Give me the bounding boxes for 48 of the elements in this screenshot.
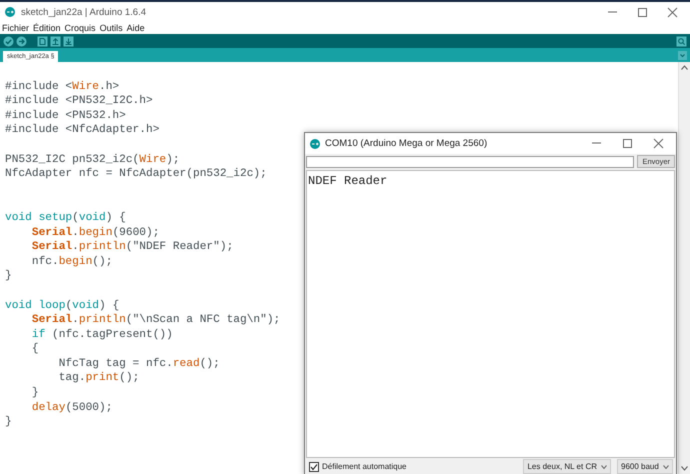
app-logo-icon	[5, 7, 15, 17]
serial-monitor-magnifier-icon[interactable]	[676, 36, 687, 46]
code-line: NfcTag tag = nfc.read();	[58, 356, 220, 372]
code-line: delay(5000);	[30, 400, 112, 416]
new-file-icon[interactable]	[37, 36, 48, 46]
open-arrow-icon[interactable]	[50, 36, 61, 46]
code-line: #include <PN532.h>	[5, 108, 126, 124]
code-line: NfcAdapter nfc = NfcAdapter(pn532_i2c);	[5, 167, 267, 182]
code-line: }	[5, 415, 12, 430]
window-title: COM10 (Arduino Mega or Mega 2560)	[325, 138, 488, 149]
close-icon[interactable]	[667, 6, 678, 18]
checkbox[interactable]	[309, 462, 319, 472]
verify-check-icon[interactable]	[3, 36, 14, 46]
maximize-icon[interactable]	[622, 138, 633, 149]
menu-item[interactable]: Outils	[100, 23, 123, 33]
output-line: NDEF Reader	[308, 174, 388, 188]
code-line: PN532_I2C pn532_i2c(Wire);	[5, 152, 180, 168]
code-line: }	[5, 269, 12, 284]
save-arrow-icon[interactable]	[63, 36, 74, 46]
baud-rate-dropdown[interactable]: 9600 baud	[617, 459, 673, 474]
close-icon[interactable]	[653, 138, 664, 149]
window-title: sketch_jan22a | Arduino 1.6.4	[21, 6, 148, 18]
upload-arrow-icon[interactable]	[16, 36, 27, 46]
code-line: tag.print();	[58, 371, 140, 386]
app-logo-icon	[310, 138, 320, 148]
menu-item[interactable]: Fichier	[2, 23, 30, 33]
menu-item[interactable]: Croquis	[64, 23, 96, 33]
menu-item[interactable]: Édition	[33, 23, 61, 33]
code-line: #include <NfcAdapter.h>	[5, 123, 160, 138]
caret-icon	[601, 464, 607, 468]
maximize-icon[interactable]	[637, 6, 648, 18]
code-line: {	[30, 342, 39, 357]
code-line: #include <PN532_I2C.h>	[5, 94, 153, 109]
code-line: void setup(void) {	[5, 210, 126, 226]
code-line: Serial.println("\nScan a NFC tag\n");	[30, 313, 280, 328]
code-line: #include <Wire.h>	[5, 80, 120, 94]
code-line: Serial.begin(9600);	[30, 226, 160, 240]
input-field[interactable]	[306, 156, 634, 168]
code-line: nfc.begin();	[30, 254, 112, 270]
menu-item[interactable]: Aide	[126, 23, 145, 33]
checkbox-label: Défilement automatique	[322, 462, 406, 471]
caret-icon	[663, 464, 669, 468]
line-ending-dropdown[interactable]: Les deux, NL et CR	[523, 459, 611, 474]
code-line: Serial.println("NDEF Reader");	[30, 240, 234, 255]
tab-menu-caret-icon[interactable]	[678, 51, 687, 60]
code-line: }	[30, 386, 39, 401]
code-line: if (nfc.tagPresent())	[30, 328, 173, 342]
code-line: void loop(void) {	[5, 298, 120, 314]
